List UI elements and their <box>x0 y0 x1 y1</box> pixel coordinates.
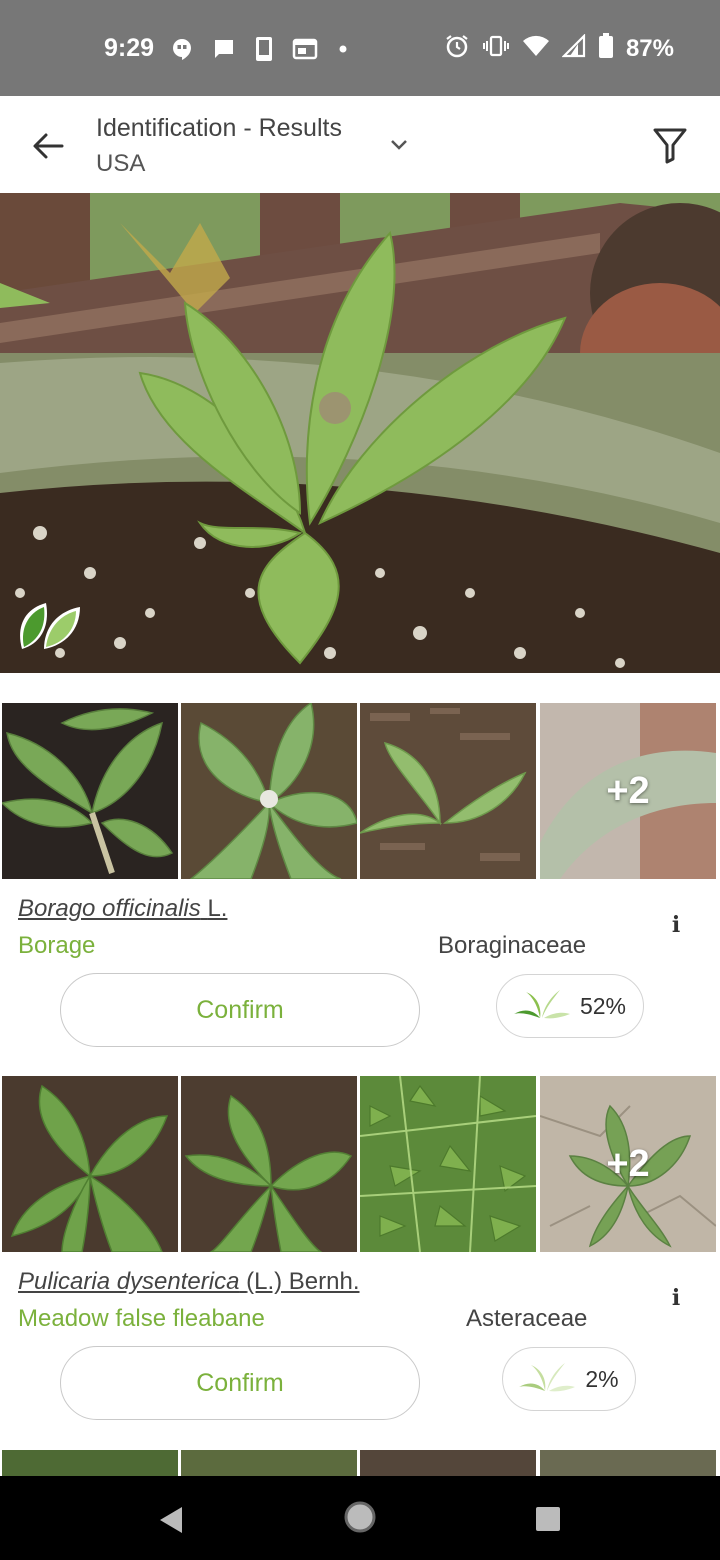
signal-icon <box>561 33 586 63</box>
scientific-name: Borago officinalis <box>18 895 201 922</box>
score-leaf-icon <box>513 986 570 1026</box>
result-photo[interactable] <box>2 1450 178 1476</box>
score-value: 2% <box>585 1365 619 1392</box>
app-header: Identification - Results USA <box>0 96 720 193</box>
plant-thumbnail <box>2 1076 178 1252</box>
result-photo[interactable] <box>2 1076 178 1252</box>
result-photo[interactable] <box>360 1076 536 1252</box>
plant-thumbnail <box>2 703 178 879</box>
more-photos-tile[interactable]: +2 <box>540 1076 716 1252</box>
plant-thumbnail <box>181 703 357 879</box>
region-dropdown[interactable] <box>386 134 412 154</box>
result-photo[interactable] <box>360 1450 536 1476</box>
back-button[interactable] <box>28 126 68 166</box>
status-bar: 9:29 87% <box>0 0 720 96</box>
uploaded-photo[interactable] <box>0 193 720 673</box>
result-card-partial <box>0 1450 720 1476</box>
result-photo[interactable] <box>181 1076 357 1252</box>
info-icon: i <box>671 1285 681 1311</box>
back-arrow-icon <box>33 133 64 159</box>
calendar-icon <box>292 37 318 66</box>
nav-home-button[interactable] <box>342 1499 378 1540</box>
more-photos-tile[interactable]: +2 <box>540 703 716 879</box>
filter-button[interactable] <box>650 124 690 166</box>
result-photo[interactable] <box>2 703 178 879</box>
result-card: +2 Borago officinalis L. i Borage Boragi… <box>0 703 720 1053</box>
plantnet-leaf-icon <box>14 597 84 653</box>
result-photo[interactable] <box>360 703 536 879</box>
plant-thumbnail <box>360 1076 536 1252</box>
family-name: Boraginaceae <box>438 932 587 959</box>
circle-home-icon <box>344 1501 376 1533</box>
family-name: Asteraceae <box>466 1305 588 1332</box>
info-button[interactable]: i <box>662 911 690 939</box>
score-leaf-icon <box>519 1359 576 1399</box>
dot-icon <box>336 42 350 61</box>
vibrate-icon <box>482 34 510 63</box>
wifi-icon <box>522 34 550 63</box>
plant-thumbnail <box>181 1076 357 1252</box>
nav-back-button[interactable] <box>156 1504 186 1541</box>
confirm-button[interactable]: Confirm <box>60 973 420 1047</box>
result-photo[interactable] <box>181 1450 357 1476</box>
result-photos: +2 <box>0 1076 720 1252</box>
phone-icon <box>254 36 274 67</box>
result-photos: +2 <box>0 703 720 879</box>
alarm-icon <box>444 33 470 64</box>
info-icon: i <box>671 912 681 938</box>
system-nav-bar <box>0 1476 720 1560</box>
score-value: 52% <box>579 992 627 1019</box>
more-photos-count: +2 <box>540 703 716 879</box>
scientific-name: Pulicaria dysenterica <box>18 1268 240 1295</box>
filter-icon <box>653 128 687 164</box>
system-icons: 87% <box>444 33 674 64</box>
hangouts-icon <box>170 37 194 66</box>
confirm-button[interactable]: Confirm <box>60 1346 420 1420</box>
square-recents-icon <box>536 1507 560 1531</box>
common-name: Borage <box>18 932 96 959</box>
more-photos-count: +2 <box>540 1076 716 1252</box>
region-subtitle[interactable]: USA <box>96 150 145 178</box>
battery-percent: 87% <box>625 34 674 62</box>
result-photo[interactable] <box>540 1450 716 1476</box>
scientific-name-link[interactable]: Borago officinalis L. <box>18 895 227 923</box>
score-badge: 2% <box>502 1347 636 1411</box>
score-badge: 52% <box>496 974 644 1038</box>
plant-photo <box>0 193 720 673</box>
page-title[interactable]: Identification - Results <box>96 114 342 143</box>
notification-icons <box>170 36 350 67</box>
battery-icon <box>598 33 614 64</box>
plant-thumbnail <box>360 703 536 879</box>
message-icon <box>212 37 236 66</box>
triangle-back-icon <box>160 1507 182 1533</box>
result-photo[interactable] <box>181 703 357 879</box>
common-name: Meadow false fleabane <box>18 1305 265 1332</box>
result-card: +2 Pulicaria dysenterica (L.) Bernh. i M… <box>0 1076 720 1426</box>
chevron-down-icon <box>391 140 407 150</box>
nav-recents-button[interactable] <box>534 1505 562 1538</box>
status-time: 9:29 <box>104 34 155 62</box>
info-button[interactable]: i <box>662 1284 690 1312</box>
author: L. <box>207 895 228 922</box>
scientific-name-link[interactable]: Pulicaria dysenterica (L.) Bernh. <box>18 1268 360 1296</box>
author: (L.) Bernh. <box>246 1268 360 1295</box>
